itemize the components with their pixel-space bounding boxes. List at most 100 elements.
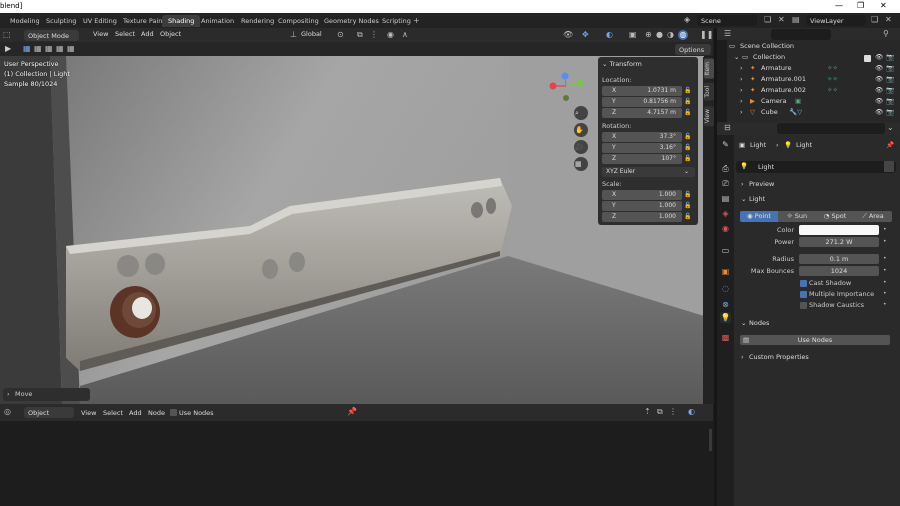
tab-compositing[interactable]: Compositing bbox=[272, 15, 325, 27]
outliner-item[interactable]: › ✦ Armature.002 ✧✧ 👁 📷 bbox=[727, 86, 900, 97]
pin-icon[interactable]: 📌 bbox=[347, 407, 357, 417]
camera-render-icon[interactable]: 📷 bbox=[886, 97, 894, 105]
node-menu-node[interactable]: Node bbox=[148, 409, 165, 417]
minimize-icon[interactable]: — bbox=[835, 1, 843, 10]
scale-y-field[interactable]: Y 1.000 bbox=[602, 201, 682, 211]
select-extend-icon[interactable]: ▦ bbox=[34, 44, 42, 54]
area-separator[interactable] bbox=[714, 28, 717, 506]
use-nodes-button[interactable]: ▤ Use Nodes bbox=[740, 335, 890, 345]
eye-icon[interactable]: 👁 bbox=[875, 53, 883, 61]
menu-select[interactable]: Select bbox=[115, 30, 135, 38]
node-menu-select[interactable]: Select bbox=[103, 409, 123, 417]
menu-add[interactable]: Add bbox=[141, 30, 154, 38]
select-box-icon[interactable]: ▦ bbox=[23, 44, 31, 54]
close-icon[interactable]: ✕ bbox=[880, 1, 887, 10]
use-nodes-checkbox[interactable] bbox=[170, 409, 177, 416]
play-icon[interactable]: ▶ bbox=[5, 44, 11, 54]
multiple-importance-checkbox[interactable] bbox=[800, 291, 807, 298]
lock-icon[interactable]: 🔓 bbox=[684, 143, 691, 153]
chevron-down-icon[interactable]: ⌄ bbox=[887, 123, 894, 133]
collection-tab-icon[interactable]: ▭ bbox=[720, 245, 731, 256]
lock-icon[interactable]: 🔓 bbox=[684, 190, 691, 200]
outliner-item[interactable]: › ▶ Camera ▣ 👁 📷 bbox=[727, 97, 900, 108]
camera-render-icon[interactable]: 📷 bbox=[886, 108, 894, 116]
color-swatch[interactable] bbox=[799, 225, 879, 235]
keyframe-dot-icon[interactable]: • bbox=[883, 254, 887, 264]
radius-field[interactable]: 0.1 m bbox=[799, 254, 879, 264]
editor-type-icon[interactable]: ⬚ bbox=[3, 30, 11, 40]
material-shading-icon[interactable]: ◑ bbox=[667, 30, 674, 40]
menu-object[interactable]: Object bbox=[160, 30, 181, 38]
mode-selector[interactable]: Object Mode bbox=[24, 30, 79, 41]
select-subtract-icon[interactable]: ▦ bbox=[45, 44, 53, 54]
last-operator-panel[interactable]: › Move bbox=[3, 388, 90, 401]
overlay-icon[interactable]: ◐ bbox=[606, 30, 613, 40]
snap-target-icon[interactable]: ⋮ bbox=[370, 30, 378, 40]
scene-tab-icon[interactable]: ◈ bbox=[720, 208, 731, 219]
scale-x-field[interactable]: X 1.000 bbox=[602, 190, 682, 200]
rotation-z-field[interactable]: Z 107° bbox=[602, 154, 682, 164]
proportional-edit-icon[interactable]: ◉ bbox=[387, 30, 394, 40]
outliner-search[interactable] bbox=[771, 29, 831, 40]
gizmo-icon[interactable]: ✥ bbox=[582, 30, 589, 40]
eye-icon[interactable]: 👁 bbox=[875, 75, 883, 83]
wireframe-shading-icon[interactable]: ⊕ bbox=[645, 30, 652, 40]
outliner-type-icon[interactable]: ☰ bbox=[724, 29, 731, 39]
options-button[interactable]: Options bbox=[675, 44, 711, 55]
keyframe-dot-icon[interactable]: • bbox=[883, 225, 887, 235]
rotation-x-field[interactable]: X 37.3° bbox=[602, 132, 682, 142]
node-editor-canvas[interactable] bbox=[0, 421, 713, 506]
pin-icon[interactable]: 📌 bbox=[886, 141, 894, 149]
light-type-sun[interactable]: ☼ Sun bbox=[778, 211, 816, 222]
pivot-icon[interactable]: ⊙ bbox=[337, 30, 344, 40]
eye-icon[interactable]: 👁 bbox=[875, 86, 883, 94]
tab-scripting[interactable]: Scripting bbox=[376, 15, 417, 27]
light-datablock-field[interactable]: 💡 Light bbox=[736, 161, 896, 173]
delete-scene-icon[interactable]: ✕ bbox=[778, 15, 785, 25]
copy-view-layer-icon[interactable]: ❏ bbox=[871, 15, 878, 25]
solid-shading-icon[interactable]: ● bbox=[656, 30, 663, 40]
visibility-icon[interactable]: 👁 bbox=[563, 30, 573, 40]
keyframe-dot-icon[interactable]: • bbox=[883, 237, 887, 247]
copy-scene-icon[interactable]: ❏ bbox=[764, 15, 771, 25]
shadow-caustics-checkbox[interactable] bbox=[800, 302, 807, 309]
tab-geometry-nodes[interactable]: Geometry Nodes bbox=[318, 15, 385, 27]
preview-section[interactable]: › Preview bbox=[736, 180, 898, 193]
camera-render-icon[interactable]: 📷 bbox=[886, 75, 894, 83]
parent-node-icon[interactable]: ⇡ bbox=[644, 407, 651, 417]
object-tab-icon[interactable]: ▣ bbox=[720, 266, 731, 277]
delete-view-layer-icon[interactable]: ✕ bbox=[885, 15, 892, 25]
select-invert-icon[interactable]: ▦ bbox=[56, 44, 64, 54]
lock-icon[interactable]: 🔓 bbox=[684, 154, 691, 164]
add-workspace-icon[interactable]: + bbox=[413, 16, 420, 26]
transform-orientation[interactable]: Global bbox=[301, 30, 322, 38]
physics-tab-icon[interactable]: ◌ bbox=[720, 283, 731, 294]
rotation-y-field[interactable]: Y 3.16° bbox=[602, 143, 682, 153]
tab-item[interactable]: Item bbox=[704, 59, 714, 79]
tab-view[interactable]: View bbox=[704, 106, 714, 127]
node-menu-view[interactable]: View bbox=[81, 409, 96, 417]
constraints-tab-icon[interactable]: ⊗ bbox=[720, 299, 731, 310]
outliner-item[interactable]: › ▽ Cube 🔧▽ 👁 📷 bbox=[727, 108, 900, 119]
tab-sculpting[interactable]: Sculpting bbox=[40, 15, 82, 27]
world-tab-icon[interactable]: ◉ bbox=[720, 223, 731, 234]
rotation-mode-select[interactable]: XYZ Euler ⌄ bbox=[602, 167, 695, 177]
camera-render-icon[interactable]: 📷 bbox=[886, 86, 894, 94]
view-layer-tab-icon[interactable]: ▤ bbox=[720, 193, 731, 204]
location-z-field[interactable]: Z 4.7157 m bbox=[602, 108, 682, 118]
keyframe-dot-icon[interactable]: • bbox=[883, 300, 887, 310]
output-tab-icon[interactable]: ⎚ bbox=[720, 178, 731, 189]
power-field[interactable]: 271.2 W bbox=[799, 237, 879, 247]
select-intersect-icon[interactable]: ▦ bbox=[67, 44, 75, 54]
light-section[interactable]: ⌄ Light bbox=[736, 195, 898, 208]
outliner-collection[interactable]: ⌄ ▭ Collection 👁 📷 bbox=[727, 53, 900, 64]
view-layer-selector[interactable]: ViewLayer bbox=[806, 15, 866, 26]
eye-icon[interactable]: 👁 bbox=[875, 108, 883, 116]
lock-icon[interactable]: 🔓 bbox=[684, 201, 691, 211]
tab-animation[interactable]: Animation bbox=[195, 15, 240, 27]
zoom-icon[interactable]: ⌕ bbox=[575, 108, 579, 118]
keyframe-dot-icon[interactable]: • bbox=[883, 278, 887, 288]
transform-header[interactable]: ⌄ Transform bbox=[602, 60, 642, 68]
location-x-field[interactable]: X 1.0731 m bbox=[602, 86, 682, 96]
outliner-item[interactable]: › ✦ Armature ✧✧ 👁 📷 bbox=[727, 64, 900, 75]
